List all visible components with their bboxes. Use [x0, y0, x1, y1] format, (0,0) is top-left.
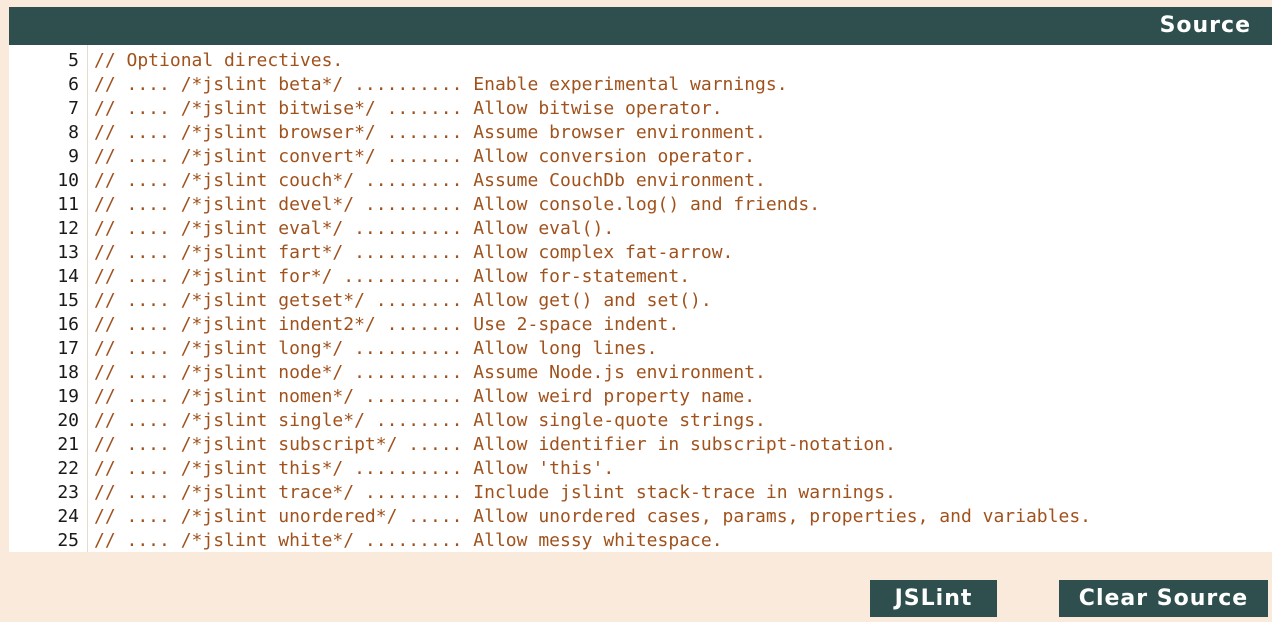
- line-text[interactable]: // .... /*jslint subscript*/ ..... Allow…: [94, 433, 896, 457]
- line-number: 23: [57, 482, 79, 503]
- code-line[interactable]: 20 // .... /*jslint single*/ ........ All…: [9, 409, 1272, 433]
- line-number: 21: [57, 434, 79, 455]
- code-line[interactable]: 13 // .... /*jslint fart*/ .......... All…: [9, 241, 1272, 265]
- line-number: 16: [57, 314, 79, 335]
- code-line[interactable]: 12 // .... /*jslint eval*/ .......... All…: [9, 217, 1272, 241]
- line-number: 15: [57, 290, 79, 311]
- line-text[interactable]: // .... /*jslint unordered*/ ..... Allow…: [94, 505, 1091, 529]
- line-text[interactable]: // .... /*jslint nomen*/ ......... Allow…: [94, 385, 755, 409]
- line-text[interactable]: // .... /*jslint devel*/ ......... Allow…: [94, 193, 820, 217]
- code-line[interactable]: 9 // .... /*jslint convert*/ ....... Allo…: [9, 145, 1272, 169]
- code-line[interactable]: 22 // .... /*jslint this*/ .......... All…: [9, 457, 1272, 481]
- code-line[interactable]: 7 // .... /*jslint bitwise*/ ....... Allo…: [9, 97, 1272, 121]
- line-number: 12: [57, 218, 79, 239]
- line-text[interactable]: // .... /*jslint bitwise*/ ....... Allow…: [94, 97, 723, 121]
- code-line[interactable]: 6 // .... /*jslint beta*/ .......... Enab…: [9, 73, 1272, 97]
- code-line[interactable]: 14 // .... /*jslint for*/ ........... All…: [9, 265, 1272, 289]
- code-line[interactable]: 11 // .... /*jslint devel*/ ......... All…: [9, 193, 1272, 217]
- line-number: 22: [57, 458, 79, 479]
- line-text[interactable]: // .... /*jslint white*/ ......... Allow…: [94, 529, 723, 552]
- line-text[interactable]: // .... /*jslint couch*/ ......... Assum…: [94, 169, 766, 193]
- line-text[interactable]: // .... /*jslint this*/ .......... Allow…: [94, 457, 614, 481]
- line-number: 7: [68, 98, 79, 119]
- line-text[interactable]: // .... /*jslint node*/ .......... Assum…: [94, 361, 766, 385]
- line-number: 11: [57, 194, 79, 215]
- line-text[interactable]: // .... /*jslint eval*/ .......... Allow…: [94, 217, 614, 241]
- line-text[interactable]: // .... /*jslint browser*/ ....... Assum…: [94, 121, 766, 145]
- code-line[interactable]: 24 // .... /*jslint unordered*/ ..... All…: [9, 505, 1272, 529]
- line-number: 13: [57, 242, 79, 263]
- line-number: 5: [68, 50, 79, 71]
- line-number: 9: [68, 146, 79, 167]
- line-number: 14: [57, 266, 79, 287]
- line-number: 17: [57, 338, 79, 359]
- code-line[interactable]: 16 // .... /*jslint indent2*/ ....... Use…: [9, 313, 1272, 337]
- line-number: 18: [57, 362, 79, 383]
- code-line[interactable]: 17 // .... /*jslint long*/ .......... All…: [9, 337, 1272, 361]
- line-number: 20: [57, 410, 79, 431]
- line-text[interactable]: // .... /*jslint fart*/ .......... Allow…: [94, 241, 733, 265]
- line-text[interactable]: // .... /*jslint getset*/ ........ Allow…: [94, 289, 712, 313]
- line-text[interactable]: // .... /*jslint indent2*/ ....... Use 2…: [94, 313, 679, 337]
- line-number: 10: [57, 170, 79, 191]
- code-line[interactable]: 5 // Optional directives.: [9, 49, 1272, 73]
- line-number: 24: [57, 506, 79, 527]
- line-text[interactable]: // .... /*jslint long*/ .......... Allow…: [94, 337, 658, 361]
- line-number: 19: [57, 386, 79, 407]
- source-editor[interactable]: 5 // Optional directives. 6 // .... /*jslin…: [9, 45, 1272, 552]
- line-text[interactable]: // .... /*jslint single*/ ........ Allow…: [94, 409, 766, 433]
- line-text[interactable]: // .... /*jslint beta*/ .......... Enabl…: [94, 73, 788, 97]
- line-text[interactable]: // .... /*jslint for*/ ........... Allow…: [94, 265, 690, 289]
- line-text[interactable]: // .... /*jslint trace*/ ......... Inclu…: [94, 481, 896, 505]
- jslint-button[interactable]: JSLint: [870, 580, 997, 617]
- line-number: 6: [68, 74, 79, 95]
- code-line[interactable]: 15 // .... /*jslint getset*/ ........ All…: [9, 289, 1272, 313]
- clear-source-button[interactable]: Clear Source: [1059, 580, 1268, 617]
- line-text[interactable]: // .... /*jslint convert*/ ....... Allow…: [94, 145, 755, 169]
- code-line[interactable]: 25 // .... /*jslint white*/ ......... All…: [9, 529, 1272, 552]
- code-line[interactable]: 18 // .... /*jslint node*/ .......... Ass…: [9, 361, 1272, 385]
- code-lines[interactable]: 5 // Optional directives. 6 // .... /*jslin…: [9, 49, 1272, 552]
- line-text[interactable]: // Optional directives.: [94, 49, 343, 73]
- source-panel-title: Source: [1159, 13, 1251, 38]
- code-line[interactable]: 23 // .... /*jslint trace*/ ......... Inc…: [9, 481, 1272, 505]
- code-line[interactable]: 21 // .... /*jslint subscript*/ ..... All…: [9, 433, 1272, 457]
- code-line[interactable]: 10 // .... /*jslint couch*/ ......... Ass…: [9, 169, 1272, 193]
- source-panel-header: Source: [9, 7, 1272, 45]
- line-number: 8: [68, 122, 79, 143]
- line-number: 25: [57, 530, 79, 551]
- code-line[interactable]: 19 // .... /*jslint nomen*/ ......... All…: [9, 385, 1272, 409]
- code-line[interactable]: 8 // .... /*jslint browser*/ ....... Assu…: [9, 121, 1272, 145]
